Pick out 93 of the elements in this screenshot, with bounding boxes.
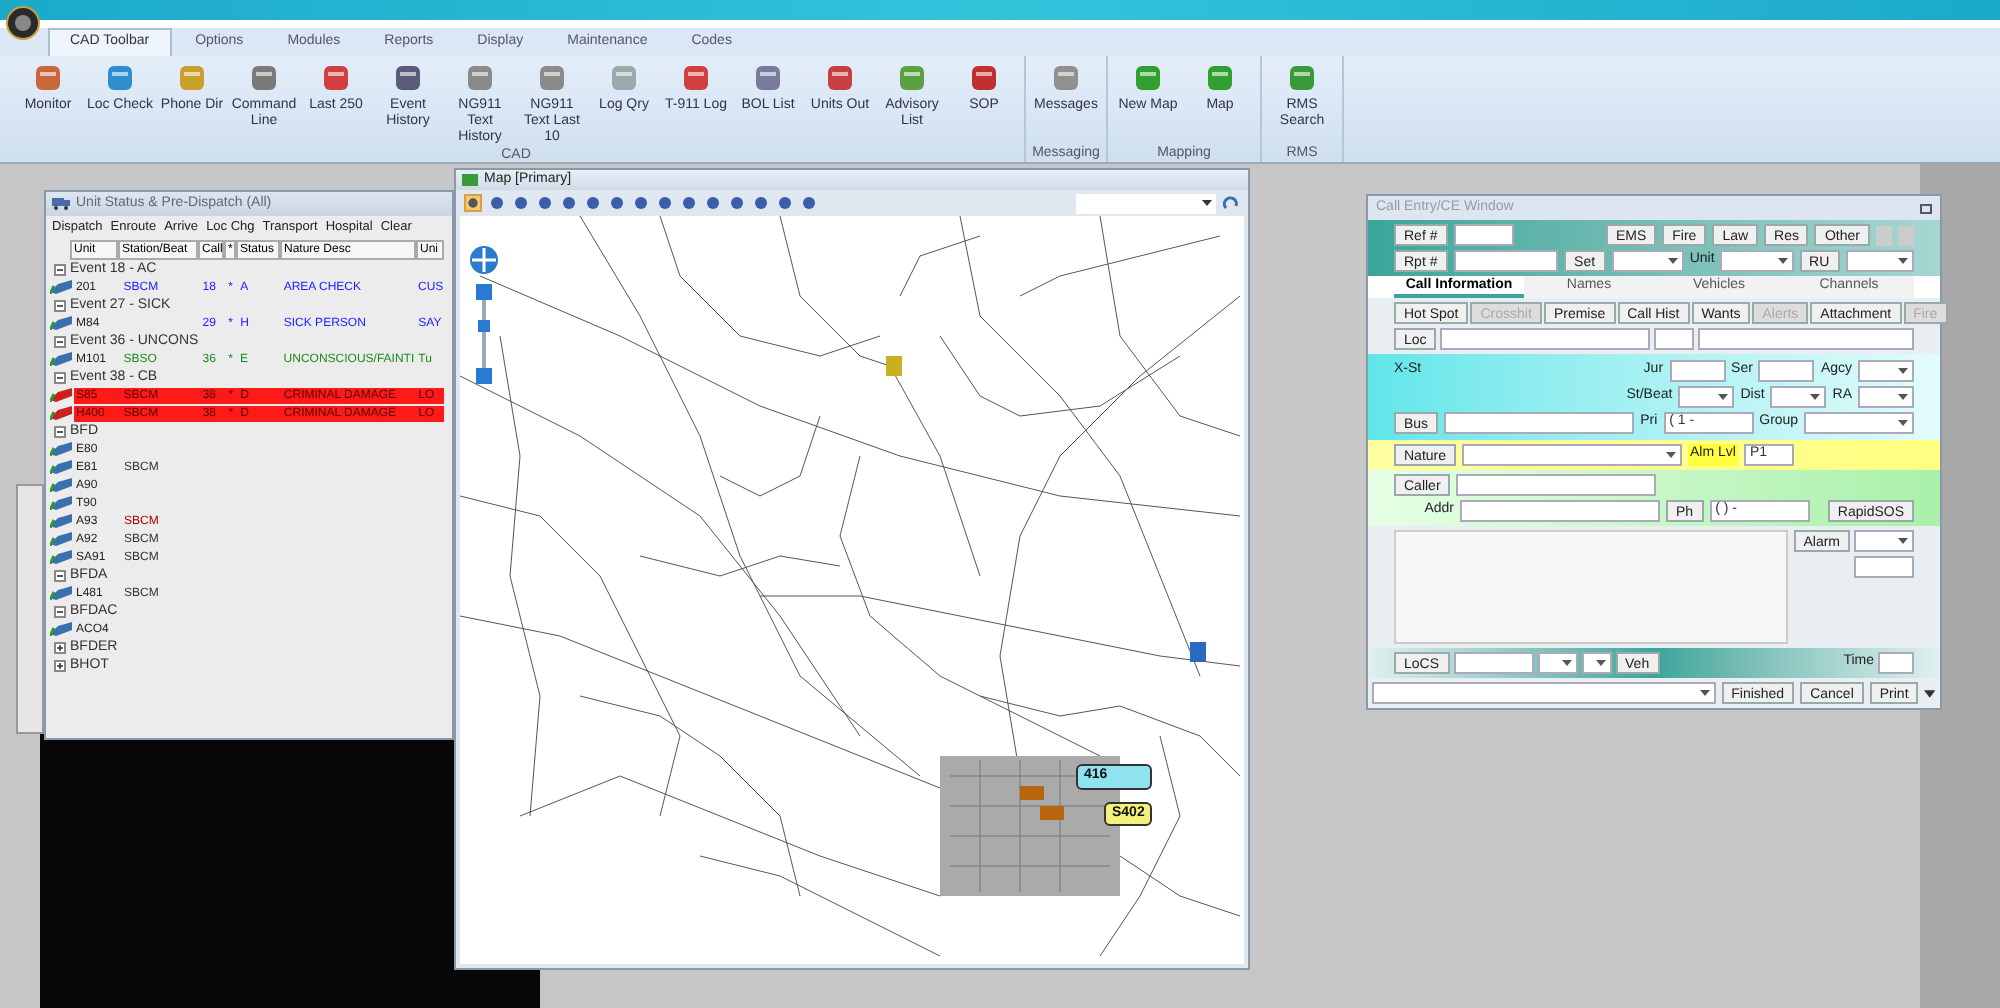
toolbar-icon xyxy=(968,62,1000,94)
truck-icon xyxy=(50,550,74,564)
caret-icon xyxy=(1810,394,1821,400)
toolbar-icon xyxy=(1204,62,1236,94)
toolbar-icon xyxy=(824,62,856,94)
truck-icon xyxy=(50,316,74,330)
expand-toggle-icon[interactable] xyxy=(54,299,66,311)
map-pin-icon xyxy=(886,356,902,376)
toolbar-icon xyxy=(104,62,136,94)
dropdown-field[interactable] xyxy=(1611,250,1684,272)
toolbar-icon xyxy=(608,62,640,94)
expand-toggle-icon[interactable] xyxy=(54,659,66,671)
toolbar-icon xyxy=(896,62,928,94)
dropdown-field[interactable] xyxy=(1858,386,1914,408)
toolbar-icon xyxy=(752,62,784,94)
dropdown-field[interactable] xyxy=(1845,250,1914,272)
caret-icon xyxy=(1777,258,1788,264)
toolbar-icon xyxy=(1050,62,1082,94)
truck-icon xyxy=(50,496,74,510)
tool-icon[interactable] xyxy=(464,194,482,212)
dropdown-field[interactable] xyxy=(1720,250,1794,272)
caret-icon xyxy=(1898,420,1908,426)
expand-toggle-icon[interactable] xyxy=(54,425,66,437)
toolbar-icon xyxy=(32,62,64,94)
text-field[interactable] xyxy=(1460,500,1660,522)
caret-icon xyxy=(1898,368,1908,374)
dropdown-field[interactable] xyxy=(1858,360,1914,382)
truck-icon xyxy=(50,280,74,294)
expand-toggle-icon[interactable] xyxy=(54,335,66,347)
toolbar-icon xyxy=(320,62,352,94)
truck-icon xyxy=(50,352,74,366)
text-field[interactable] xyxy=(1669,360,1726,382)
dropdown-field[interactable] xyxy=(1804,412,1914,434)
truck-icon xyxy=(52,198,70,210)
caret-icon xyxy=(1718,394,1729,400)
toolbar-icon xyxy=(1132,62,1164,94)
expand-toggle-icon[interactable] xyxy=(54,641,66,653)
text-field[interactable] xyxy=(1453,250,1559,272)
truck-icon xyxy=(50,514,74,528)
dropdown-field[interactable] xyxy=(1076,193,1216,213)
dropdown-field[interactable] xyxy=(1854,530,1914,552)
caret-icon xyxy=(1667,258,1678,264)
text-field[interactable] xyxy=(1456,474,1657,496)
zoom-slider-icon[interactable] xyxy=(476,284,492,384)
pan-control-icon[interactable] xyxy=(468,244,500,276)
text-field[interactable] xyxy=(1453,652,1534,674)
truck-icon xyxy=(50,442,74,456)
toolbar-icon xyxy=(536,62,568,94)
text-field[interactable] xyxy=(1698,328,1914,350)
toolbar-icon xyxy=(680,62,712,94)
caret-icon xyxy=(1898,258,1908,264)
toolbar-icon xyxy=(176,62,208,94)
dropdown-field[interactable] xyxy=(1372,682,1716,704)
truck-icon xyxy=(50,478,74,492)
text-field[interactable] xyxy=(1854,556,1914,578)
expand-toggle-icon[interactable] xyxy=(54,569,66,581)
dropdown-field[interactable] xyxy=(1581,652,1612,674)
caret-icon xyxy=(1561,660,1572,666)
truck-icon xyxy=(50,460,74,474)
toolbar-icon xyxy=(392,62,424,94)
text-field[interactable] xyxy=(1758,360,1815,382)
text-field[interactable] xyxy=(1444,412,1635,434)
toolbar-icon xyxy=(248,62,280,94)
expand-toggle-icon[interactable] xyxy=(54,605,66,617)
text-field[interactable] xyxy=(1878,652,1914,674)
unit-marker-icon xyxy=(1020,786,1068,822)
caret-icon xyxy=(1699,690,1710,696)
truck-icon xyxy=(50,532,74,546)
caret-icon xyxy=(1898,538,1908,544)
map-icon xyxy=(462,174,478,186)
dropdown-field[interactable] xyxy=(1462,444,1683,466)
text-field[interactable] xyxy=(1440,328,1651,350)
dropdown-field[interactable] xyxy=(1537,652,1578,674)
dropdown-field[interactable] xyxy=(1770,386,1827,408)
map-pin-icon xyxy=(1190,642,1206,662)
expand-toggle-icon[interactable] xyxy=(54,371,66,383)
maximize-icon[interactable] xyxy=(1920,203,1932,213)
caret-icon xyxy=(1595,660,1606,666)
caret-icon xyxy=(1898,394,1908,400)
truck-icon xyxy=(50,622,74,636)
toolbar-icon xyxy=(1286,62,1318,94)
toolbar-icon xyxy=(464,62,496,94)
caret-icon xyxy=(1202,200,1212,206)
notes-field[interactable] xyxy=(1394,530,1788,644)
truck-icon xyxy=(50,406,74,420)
expand-toggle-icon[interactable] xyxy=(54,263,66,275)
truck-icon xyxy=(50,388,74,402)
refresh-icon[interactable] xyxy=(1222,194,1240,212)
text-field[interactable] xyxy=(1453,224,1514,246)
truck-icon xyxy=(50,586,74,600)
dropdown-field[interactable] xyxy=(1678,386,1735,408)
text-field[interactable] xyxy=(1654,328,1695,350)
caret-icon xyxy=(1666,452,1677,458)
